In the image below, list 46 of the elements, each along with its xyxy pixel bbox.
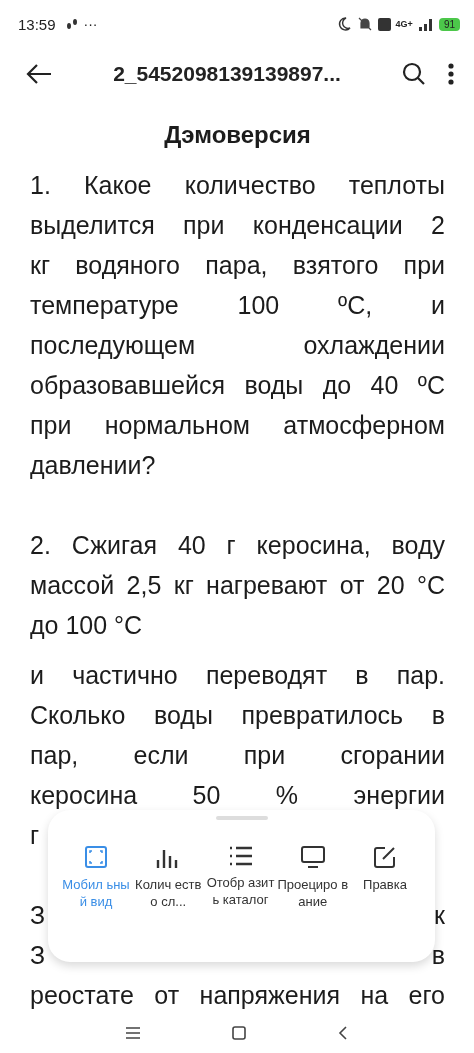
document-text-line: выделится при конденсации 2 [30,210,445,241]
back-arrow-icon [26,64,52,84]
document-text-line: керосина 50 % энергии [30,780,445,811]
file-title: 2_5452098139139897... [112,62,342,86]
document-text-line: последующем охлаждении [30,330,445,361]
battery-level: 91 [438,17,460,31]
menu-item[interactable]: Мобил ьный вид [60,846,132,910]
menu-icon[interactable] [126,1027,140,1039]
menu-item[interactable]: Колич ество сл... [132,846,205,910]
document-text-fragment: к [434,900,445,931]
document-text-line: 1. Какое количество теплоты [30,170,445,201]
document-text-line: реостате от напряжения на его [30,980,445,1011]
document-text-line: Сколько воды превратилось в [30,700,445,731]
document-heading: Дэмоверсия [163,120,312,150]
edit-icon [374,846,396,868]
document-text-fragment: в [431,940,445,971]
signal-icon [417,17,434,31]
more-notifications: ··· [83,16,98,32]
bell-muted-icon [356,16,373,32]
document-text-line: температуре 100 ºС, и [30,290,445,321]
document-text-line: до 100 °С [30,610,143,641]
document-text-line: и частично переводят в пар. [30,660,445,691]
menu-item[interactable]: Правка [349,846,421,910]
document-text-fragment: З [30,900,46,931]
frame-icon [85,846,107,868]
drag-handle[interactable] [215,816,268,820]
menu-item[interactable]: Проециро вание [276,846,349,910]
document-text-line: г [30,820,40,851]
document-text-fragment: З [30,940,46,971]
document-text-line: при нормальном атмосферном [30,410,445,441]
document-text-line: кг водяного пара, взятого при [30,250,445,281]
menu-item[interactable]: Отобр азить каталог [204,846,277,910]
more-icon [448,63,454,85]
monitor-icon [300,846,325,868]
status-time: 13:59 [18,15,56,33]
back-icon[interactable] [338,1026,348,1040]
home-icon[interactable] [232,1026,246,1040]
document-text-line: массой 2,5 кг нагревают от 20 °С [30,570,445,601]
network-type: 4G+ [395,19,413,29]
document-text-line: пар, если при сгорании [30,740,445,771]
list-icon [228,846,253,866]
document-text-line: образовавшейся воды до 40 ºС [30,370,445,401]
document-text-line: 2. Сжигая 40 г керосина, воду [30,530,445,561]
footprints-icon [64,17,79,31]
document-text-line: давлении? [30,450,156,481]
search-icon [402,62,426,86]
